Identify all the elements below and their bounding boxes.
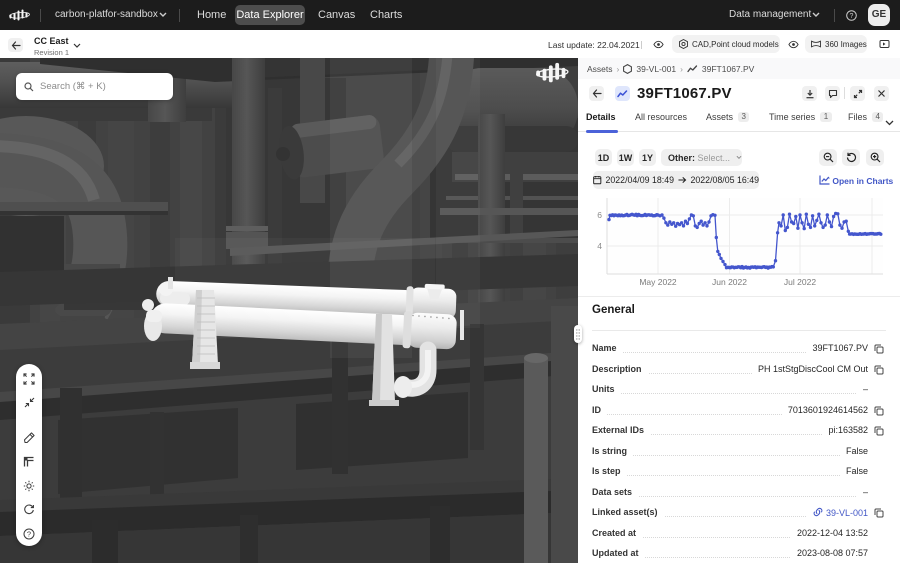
svg-text:6: 6 bbox=[597, 210, 602, 220]
svg-text:May 2022: May 2022 bbox=[639, 277, 677, 287]
svg-text:?: ? bbox=[27, 530, 31, 539]
svg-text:Jul 2022: Jul 2022 bbox=[784, 277, 816, 287]
svg-text:4: 4 bbox=[597, 241, 602, 251]
svg-text:Jun 2022: Jun 2022 bbox=[712, 277, 747, 287]
svg-text:?: ? bbox=[850, 13, 854, 20]
